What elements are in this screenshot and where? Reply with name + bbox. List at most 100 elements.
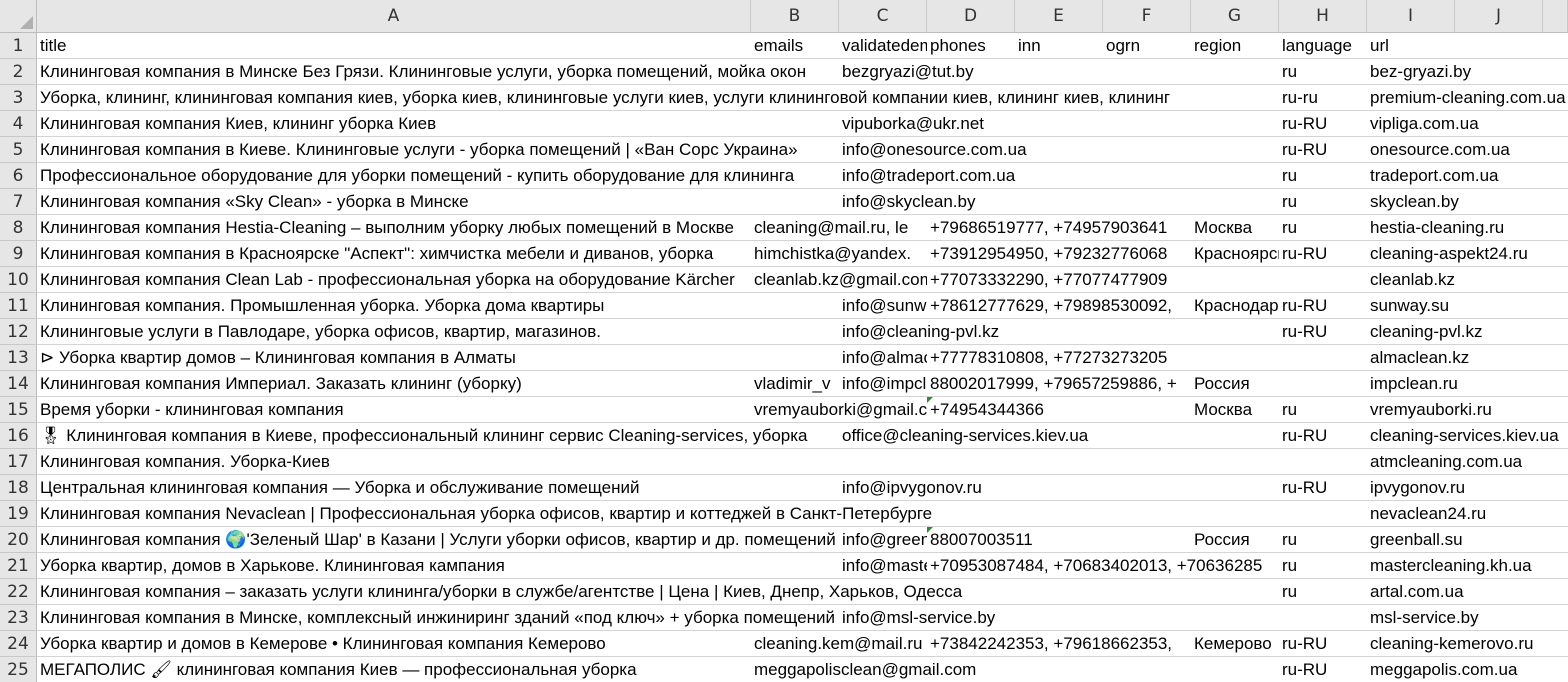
cell-i13[interactable]: almaclean.kz (1367, 345, 1568, 370)
row-header-6[interactable]: 6 (0, 163, 37, 189)
column-header-g[interactable]: G (1191, 0, 1279, 33)
cell-e1[interactable]: inn (1015, 33, 1103, 58)
cell-c16[interactable]: office@cleaning-services.kiev.ua (839, 423, 1279, 448)
row-header-17[interactable]: 17 (0, 449, 37, 475)
cell-b24[interactable]: cleaning.kem@mail.ru (751, 631, 927, 656)
row-header-22[interactable]: 22 (0, 579, 37, 605)
cell-a2[interactable]: Клининговая компания в Минске Без Грязи.… (37, 59, 839, 84)
cell-a14[interactable]: Клининговая компания Империал. Заказать … (37, 371, 751, 396)
cell-i6[interactable]: tradeport.com.ua (1367, 163, 1568, 188)
row-header-3[interactable]: 3 (0, 85, 37, 111)
column-header-b[interactable]: B (751, 0, 839, 33)
column-header-h[interactable]: H (1279, 0, 1367, 33)
cell-d20[interactable]: 88007003511 (927, 527, 1191, 552)
cell-i12[interactable]: cleaning-pvl.kz (1367, 319, 1568, 344)
cell-i4[interactable]: vipliga.com.ua (1367, 111, 1568, 136)
cell-i25[interactable]: meggapolis.com.ua (1367, 657, 1568, 682)
cell-c1[interactable]: validatedemails (839, 33, 927, 58)
cell-d11[interactable]: +78612777629, +79898530092, (927, 293, 1191, 318)
cell-c7[interactable]: info@skyclean.by (839, 189, 1279, 214)
cell-i8[interactable]: hestia-cleaning.ru (1367, 215, 1568, 240)
row-header-13[interactable]: 13 (0, 345, 37, 371)
cell-h12[interactable]: ru-RU (1279, 319, 1367, 344)
row-header-9[interactable]: 9 (0, 241, 37, 267)
cell-b15[interactable]: vremyauborki@gmail.com (751, 397, 927, 422)
row-header-14[interactable]: 14 (0, 371, 37, 397)
cell-g1[interactable]: region (1191, 33, 1279, 58)
cell-error-indicator-icon[interactable] (927, 397, 933, 403)
cell-g14[interactable]: Россия (1191, 371, 1367, 396)
cell-h2[interactable]: ru (1279, 59, 1367, 84)
cell-a13[interactable]: ⊳ Уборка квартир домов – Клининговая ком… (37, 345, 839, 370)
cell-a22[interactable]: Клининговая компания – заказать услуги к… (37, 579, 1279, 604)
cell-a18[interactable]: Центральная клининговая компания — Уборк… (37, 475, 839, 500)
cell-h16[interactable]: ru-RU (1279, 423, 1367, 448)
select-all-corner[interactable] (0, 0, 37, 33)
cell-b10[interactable]: cleanlab.kz@gmail.com (751, 267, 927, 292)
cell-b9[interactable]: himchistka@yandex. (751, 241, 927, 266)
cell-g11[interactable]: Краснодар (1191, 293, 1279, 318)
row-header-11[interactable]: 11 (0, 293, 37, 319)
row-header-25[interactable]: 25 (0, 657, 37, 682)
cell-h5[interactable]: ru-RU (1279, 137, 1367, 162)
cell-c13[interactable]: info@almaclean.kz (839, 345, 927, 370)
cell-i3[interactable]: premium-cleaning.com.ua (1367, 85, 1568, 110)
row-header-19[interactable]: 19 (0, 501, 37, 527)
cell-c18[interactable]: info@ipvygonov.ru (839, 475, 1279, 500)
cell-a12[interactable]: Клининговые услуги в Павлодаре, уборка о… (37, 319, 839, 344)
cell-c11[interactable]: info@sunway.su (839, 293, 927, 318)
cell-c2[interactable]: bezgryazi@tut.by (839, 59, 1279, 84)
cell-g24[interactable]: Кемерово (1191, 631, 1279, 656)
cell-c21[interactable]: info@mastercleaning.kh.ua (839, 553, 927, 578)
cell-a15[interactable]: Время уборки - клининговая компания (37, 397, 751, 422)
cell-i24[interactable]: cleaning-kemerovo.ru (1367, 631, 1568, 656)
cell-c5[interactable]: info@onesource.com.ua (839, 137, 1279, 162)
cell-c6[interactable]: info@tradeport.com.ua (839, 163, 1279, 188)
cell-i18[interactable]: ipvygonov.ru (1367, 475, 1568, 500)
cell-d1[interactable]: phones (927, 33, 1015, 58)
cell-h21[interactable]: ru (1279, 553, 1367, 578)
cell-h4[interactable]: ru-RU (1279, 111, 1367, 136)
cell-i2[interactable]: bez-gryazi.by (1367, 59, 1568, 84)
cell-a9[interactable]: Клининговая компания в Красноярске "Аспе… (37, 241, 751, 266)
row-header-8[interactable]: 8 (0, 215, 37, 241)
column-header-j[interactable]: J (1455, 0, 1543, 33)
column-header-d[interactable]: D (927, 0, 1015, 33)
cell-a16[interactable]: 🎖 Клининговая компания в Киеве, професси… (37, 423, 839, 448)
row-header-20[interactable]: 20 (0, 527, 37, 553)
cell-a8[interactable]: Клининговая компания Hestia-Cleaning – в… (37, 215, 751, 240)
cell-h3[interactable]: ru-ru (1279, 85, 1367, 110)
cell-h22[interactable]: ru (1279, 579, 1367, 604)
row-header-16[interactable]: 16 (0, 423, 37, 449)
cell-g20[interactable]: Россия (1191, 527, 1279, 552)
cell-a21[interactable]: Уборка квартир, домов в Харькове. Клинин… (37, 553, 839, 578)
cell-i20[interactable]: greenball.su (1367, 527, 1568, 552)
row-header-15[interactable]: 15 (0, 397, 37, 423)
cell-i1[interactable]: url (1367, 33, 1568, 58)
column-header-i[interactable]: I (1367, 0, 1455, 33)
cell-d21[interactable]: +70953087484, +70683402013, +70636285 (927, 553, 1279, 578)
cell-i10[interactable]: cleanlab.kz (1367, 267, 1568, 292)
cell-i11[interactable]: sunway.su (1367, 293, 1568, 318)
spreadsheet-grid[interactable]: ABCDEFGHIJ 1titleemailsvalidatedemailspho… (0, 0, 1568, 682)
cell-i5[interactable]: onesource.com.ua (1367, 137, 1568, 162)
cell-h11[interactable]: ru-RU (1279, 293, 1367, 318)
cell-h24[interactable]: ru-RU (1279, 631, 1367, 656)
cell-b1[interactable]: emails (751, 33, 839, 58)
cell-h9[interactable]: ru-RU (1279, 241, 1367, 266)
row-header-5[interactable]: 5 (0, 137, 37, 163)
cell-i15[interactable]: vremyauborki.ru (1367, 397, 1568, 422)
cell-error-indicator-icon[interactable] (927, 527, 933, 533)
cell-d24[interactable]: +73842242353, +79618662353, (927, 631, 1191, 656)
row-header-4[interactable]: 4 (0, 111, 37, 137)
cell-d9[interactable]: +73912954950, +79232776068 (927, 241, 1191, 266)
row-header-2[interactable]: 2 (0, 59, 37, 85)
row-header-24[interactable]: 24 (0, 631, 37, 657)
cell-i16[interactable]: cleaning-services.kiev.ua (1367, 423, 1568, 448)
cell-h25[interactable]: ru-RU (1279, 657, 1367, 682)
cell-i23[interactable]: msl-service.by (1367, 605, 1568, 630)
cell-a6[interactable]: Профессиональное оборудование для уборки… (37, 163, 839, 188)
cell-a20[interactable]: Клининговая компания 🌍'Зеленый Шар' в Ка… (37, 527, 839, 552)
cell-a25[interactable]: МЕГАПОЛИС 🖌 клининговая компания Киев — … (37, 657, 751, 682)
cell-c4[interactable]: vipuborka@ukr.net (839, 111, 1279, 136)
